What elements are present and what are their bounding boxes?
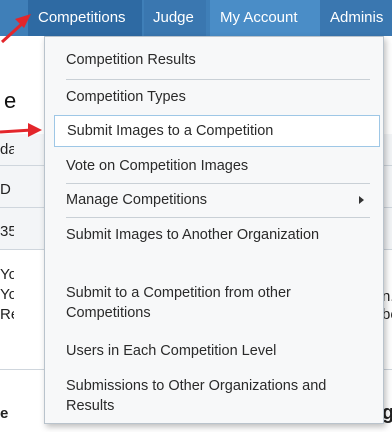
menu-item-vote-on-images[interactable]: Vote on Competition Images	[66, 156, 370, 176]
menu-item-label: Competition Types	[66, 89, 186, 105]
menu-item-label: Competition Results	[66, 52, 196, 68]
menu-item-label: Submit to a Competition from other Compe…	[66, 285, 291, 321]
menu-divider	[66, 183, 370, 184]
menu-item-submit-from-other-competitions[interactable]: Submit to a Competition from other Compe…	[66, 283, 370, 323]
annotation-arrow-icon	[0, 123, 42, 137]
menu-item-label: Users in Each Competition Level	[66, 343, 277, 359]
menu-item-label: Manage Competitions	[66, 192, 208, 208]
annotation-arrow-icon	[0, 14, 31, 44]
submenu-arrow-icon	[359, 196, 364, 204]
menu-item-submit-to-another-organization[interactable]: Submit Images to Another Organization	[66, 225, 370, 245]
competitions-dropdown-menu: Competition Results Competition Types Su…	[44, 36, 384, 424]
menu-item-submit-images[interactable]: Submit Images to a Competition	[54, 115, 380, 147]
menu-divider	[66, 217, 370, 218]
menu-item-manage-competitions[interactable]: Manage Competitions	[66, 190, 370, 212]
menu-item-competition-types[interactable]: Competition Types	[66, 87, 370, 107]
menu-item-label: Submit Images to Another Organization	[66, 227, 320, 243]
menu-item-label: Submit Images to a Competition	[67, 123, 274, 139]
menu-item-competition-results[interactable]: Competition Results	[66, 50, 370, 70]
menu-item-label: Vote on Competition Images	[66, 158, 249, 174]
menu-item-label: Submissions to Other Organizations and R…	[66, 378, 327, 414]
menu-divider	[66, 79, 370, 80]
menu-item-submissions-to-other-organizations[interactable]: Submissions to Other Organizations and R…	[66, 376, 370, 416]
menu-item-users-in-competition-level[interactable]: Users in Each Competition Level	[66, 341, 370, 361]
